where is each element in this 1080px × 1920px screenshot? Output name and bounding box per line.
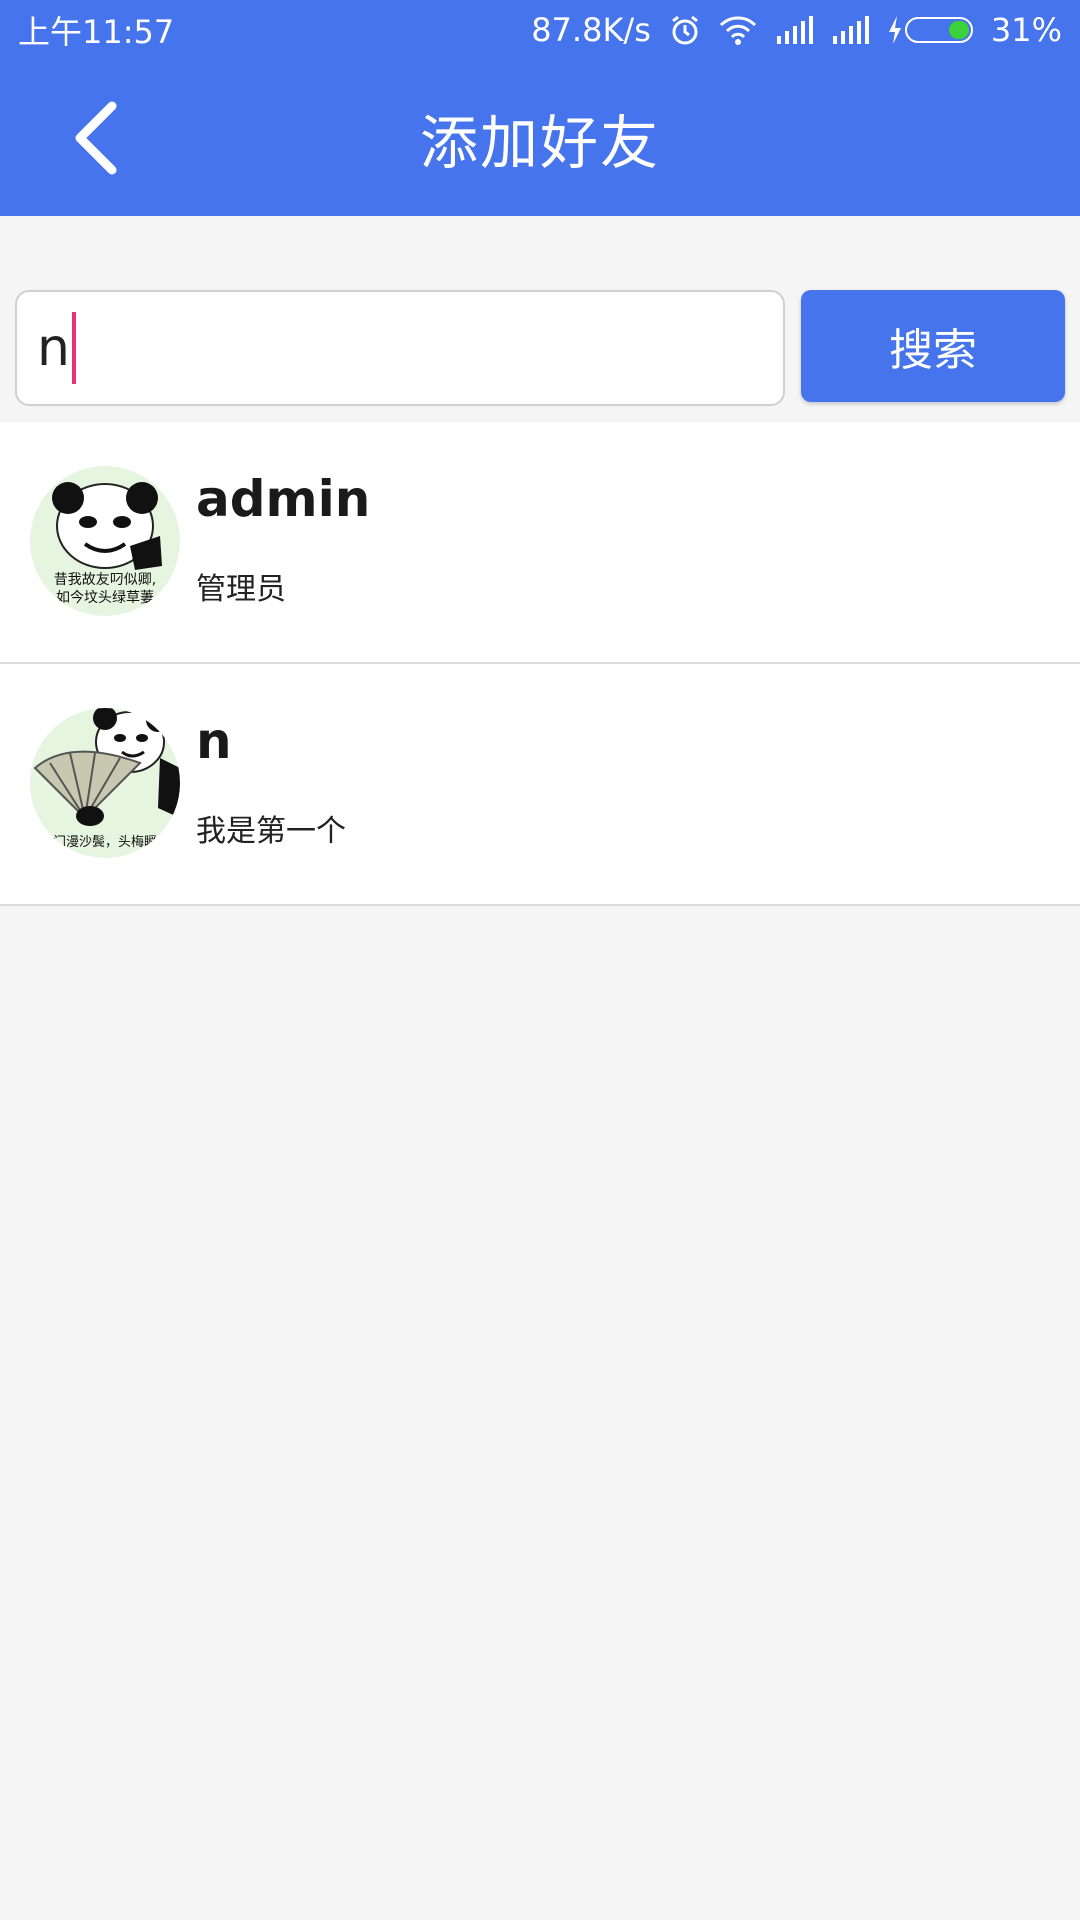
charging-icon [888,16,901,44]
net-speed: 87.8K/s [531,11,651,49]
svg-text:如今坟头绿草萋: 如今坟头绿草萋 [56,590,154,606]
user-name: n [196,712,232,770]
svg-text:昔我故友叼似卿,: 昔我故友叼似卿, [54,572,156,588]
status-time: 上午11:57 [18,13,175,51]
app-bar: 添加好友 [0,60,1080,216]
search-row: n 搜索 [0,290,1080,406]
svg-text:门漫沙鬓，头梅瞬: 门漫沙鬓，头梅瞬 [53,835,157,850]
search-input[interactable]: n [15,290,785,406]
battery-fill [948,21,969,39]
search-button[interactable]: 搜索 [801,290,1065,402]
wifi-icon [719,15,757,45]
back-button[interactable] [56,98,136,178]
user-name: admin [196,470,371,528]
user-signature: 管理员 [196,572,286,607]
battery-body [904,17,973,43]
status-right: 87.8K/s 31% [531,11,1062,49]
avatar: 昔我故友叼似卿, 如今坟头绿草萋 [30,466,180,616]
search-results: 昔我故友叼似卿, 如今坟头绿草萋 admin 管理员 门漫沙鬓，头梅瞬 n 我是… [0,422,1080,906]
avatar: 门漫沙鬓，头梅瞬 [30,708,180,858]
status-bar: 上午11:57 87.8K/s 31% [0,0,1080,60]
signal-icon [775,16,813,44]
chevron-left-icon [75,101,117,175]
user-signature: 我是第一个 [196,814,346,849]
alarm-icon [669,14,701,46]
list-item[interactable]: 门漫沙鬓，头梅瞬 n 我是第一个 [0,664,1080,906]
list-item[interactable]: 昔我故友叼似卿, 如今坟头绿草萋 admin 管理员 [0,422,1080,664]
search-input-value: n [37,318,70,378]
battery-icon [887,16,973,44]
text-cursor [71,312,76,384]
page-title: 添加好友 [419,109,660,177]
battery-level: 31% [990,11,1062,49]
signal-icon [831,16,869,44]
